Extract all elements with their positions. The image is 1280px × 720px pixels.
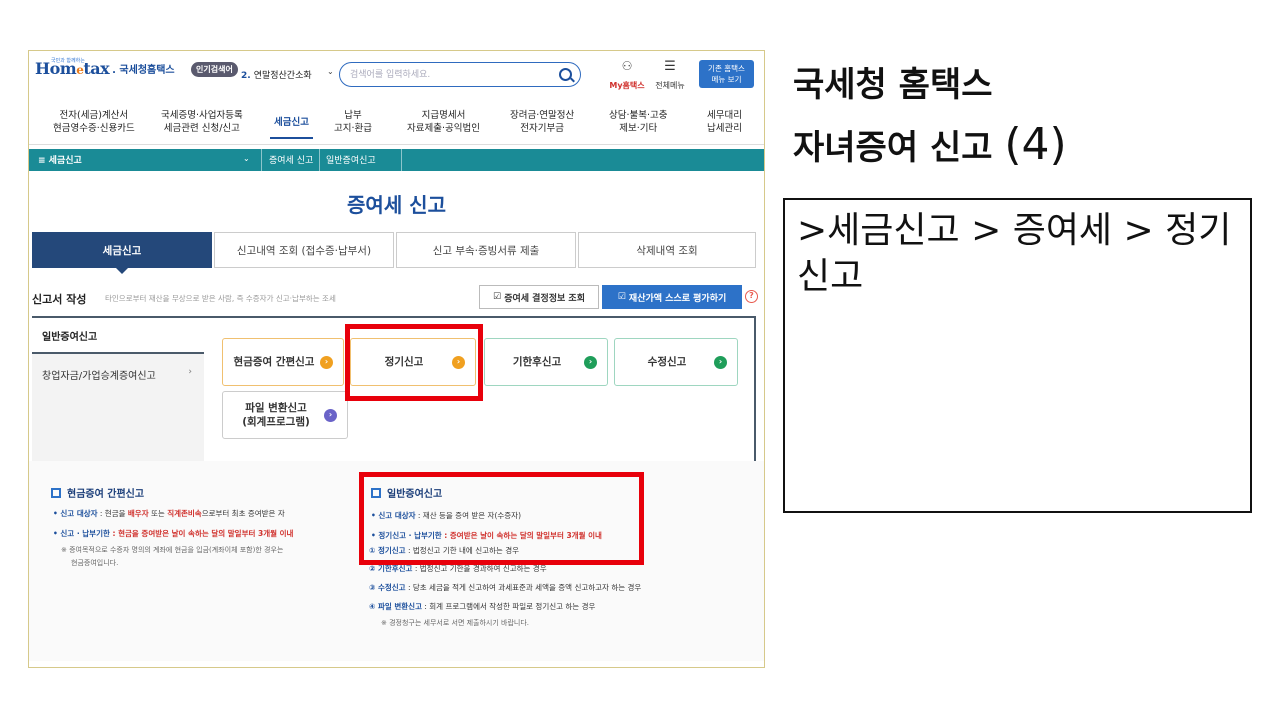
chevron-down-icon[interactable]: ⌄ <box>327 67 334 76</box>
hamburger-icon: ☰ <box>664 59 676 74</box>
hometax-screenshot: 국민과 함께하는 Hometax . 국세청홈택스 인기검색어 2. 연말정산간소… <box>28 50 765 668</box>
arrow-right-circle-icon: › <box>320 356 333 369</box>
search-input[interactable] <box>350 66 550 83</box>
hometax-logo[interactable]: 국민과 함께하는 Hometax . 국세청홈택스 <box>35 58 175 78</box>
form-heading: 신고서 작성 <box>32 293 87 306</box>
gnb-item-certificates[interactable]: 국세증명·사업자등록 세금관련 신청/신고 <box>161 109 243 135</box>
checkbox-edit-icon: ☑ <box>493 292 505 302</box>
logo-tagline: 국민과 함께하는 <box>51 58 85 64</box>
option-cash-gift-simple[interactable]: 현금증여 간편신고 › <box>222 338 344 386</box>
breadcrumb-divider <box>261 149 262 171</box>
user-settings-icon: ⚇ <box>621 59 633 73</box>
form-description: 타인으로부터 재산을 무상으로 받은 사람, 즉 수증자가 신고·납부하는 조세 <box>105 294 336 303</box>
decision-info-button[interactable]: ☑ 증여세 결정정보 조회 <box>479 285 599 309</box>
info-general-item-4: ④ 파일 변환신고 : 회계 프로그램에서 작성한 파일로 정기신고 하는 경우 <box>369 602 596 611</box>
tab-report-history[interactable]: 신고내역 조회 (접수증·납부서) <box>214 232 394 268</box>
search-box <box>339 62 581 87</box>
arrow-right-circle-icon: › <box>324 409 337 422</box>
checkbox-edit-icon: ☑ <box>617 292 629 302</box>
side-item-general-gift[interactable]: 일반증여신고 <box>32 318 204 354</box>
info-cash-gift-target: • 신고 대상자 : 현금을 배우자 또는 직계존비속으로부터 최초 증여받은 … <box>53 509 285 518</box>
menu-path-text: >세금신고 > 증여세 > 정기신고 <box>797 210 1232 297</box>
page-title: 증여세 신고 <box>347 193 446 217</box>
info-cash-gift-note: ※ 증여목적으로 수증자 명의의 계좌에 현금을 입금(계좌이체 포함)한 경우… <box>61 546 284 554</box>
info-cash-gift-title: 현금증여 간편신고 <box>51 485 144 500</box>
popular-search-term[interactable]: 2. 연말정산간소화 <box>241 68 312 81</box>
popular-search-badge: 인기검색어 <box>191 62 238 77</box>
tab-bar: 세금신고 신고내역 조회 (접수증·납부서) 신고 부속·증빙서류 제출 삭제내… <box>32 232 756 274</box>
info-general-item-3: ③ 수정신고 : 당초 세금을 적게 신고하여 과세표준과 세액을 증액 신고하… <box>369 583 642 592</box>
square-bullet-icon <box>51 487 61 498</box>
info-cash-gift: 현금증여 간편신고 <box>51 485 144 500</box>
breadcrumb: ≡ 세금신고 ⌄ 증여세 신고 일반증여신고 <box>29 149 764 171</box>
gnb-item-incentives[interactable]: 장려금·연말정산 전자기부금 <box>510 109 574 135</box>
tab-deleted-history[interactable]: 삭제내역 조회 <box>578 232 756 268</box>
breadcrumb-gift-tax[interactable]: 증여세 신고 <box>269 153 313 166</box>
breadcrumb-divider <box>319 149 320 171</box>
arrow-right-circle-icon: › <box>714 356 727 369</box>
option-file-conversion[interactable]: 파일 변환신고 (회계프로그램) › <box>222 391 348 439</box>
header: 국민과 함께하는 Hometax . 국세청홈택스 인기검색어 2. 연말정산간소… <box>29 51 764 101</box>
slide-title: 국세청 홈택스 자녀증여 신고 (4) <box>793 65 1067 170</box>
gnb-item-consulting[interactable]: 상담·불복·고충 제보·기타 <box>609 109 667 135</box>
global-nav: 전자(세금)계산서 현금영수증·신용카드 국세증명·사업자등록 세금관련 신청/신고… <box>29 105 764 145</box>
chevron-down-icon[interactable]: ⌄ <box>243 154 250 163</box>
highlight-regular-report <box>345 324 483 401</box>
all-menu-button[interactable]: ☰ 전체메뉴 <box>650 60 690 92</box>
side-menu: 일반증여신고 창업자금/가업승계증여신고 › <box>32 318 204 464</box>
info-general-note: ※ 경정청구는 세무서로 서면 제출하시기 바랍니다. <box>381 619 530 627</box>
info-cash-gift-note: 현금증여입니다. <box>71 559 119 567</box>
tab-tax-report[interactable]: 세금신고 <box>32 232 212 274</box>
gnb-item-tax-agent[interactable]: 세무대리 납세관리 <box>707 109 742 135</box>
option-late-report[interactable]: 기한후신고 › <box>484 338 608 386</box>
menu-path-box: >세금신고 > 증여세 > 정기신고 <box>783 198 1252 513</box>
breadcrumb-general-gift[interactable]: 일반증여신고 <box>326 153 376 166</box>
side-item-startup-gift[interactable]: 창업자금/가업승계증여신고 › <box>32 356 204 392</box>
gnb-item-e-invoice[interactable]: 전자(세금)계산서 현금영수증·신용카드 <box>53 109 135 135</box>
old-hometax-menu-button[interactable]: 기존 홈택스 메뉴 보기 <box>699 60 754 88</box>
breadcrumb-root[interactable]: ≡ 세금신고 <box>38 153 82 166</box>
search-icon[interactable] <box>559 68 572 81</box>
gnb-item-tax-report[interactable]: 세금신고 <box>270 116 313 139</box>
info-cash-gift-deadline: • 신고 · 납부기한 : 현금을 증여받은 날이 속하는 달의 말일부터 3개… <box>53 529 294 538</box>
my-hometax-button[interactable]: ⚇ My홈택스 <box>606 60 648 92</box>
help-icon[interactable]: ? <box>745 290 758 303</box>
highlight-general-gift-info <box>359 472 644 565</box>
logo-nts: . 국세청홈택스 <box>112 65 175 76</box>
self-valuation-button[interactable]: ☑ 재산가액 스스로 평가하기 <box>602 285 742 309</box>
option-amended-report[interactable]: 수정신고 › <box>614 338 738 386</box>
tab-attach-documents[interactable]: 신고 부속·증빙서류 제출 <box>396 232 576 268</box>
gnb-item-payment-statement[interactable]: 지급명세서 자료제출·공익법인 <box>407 109 480 135</box>
gnb-item-payment[interactable]: 납부 고지·환급 <box>334 109 372 135</box>
arrow-right-circle-icon: › <box>584 356 597 369</box>
chevron-right-icon: › <box>188 367 192 377</box>
breadcrumb-divider <box>401 149 402 171</box>
